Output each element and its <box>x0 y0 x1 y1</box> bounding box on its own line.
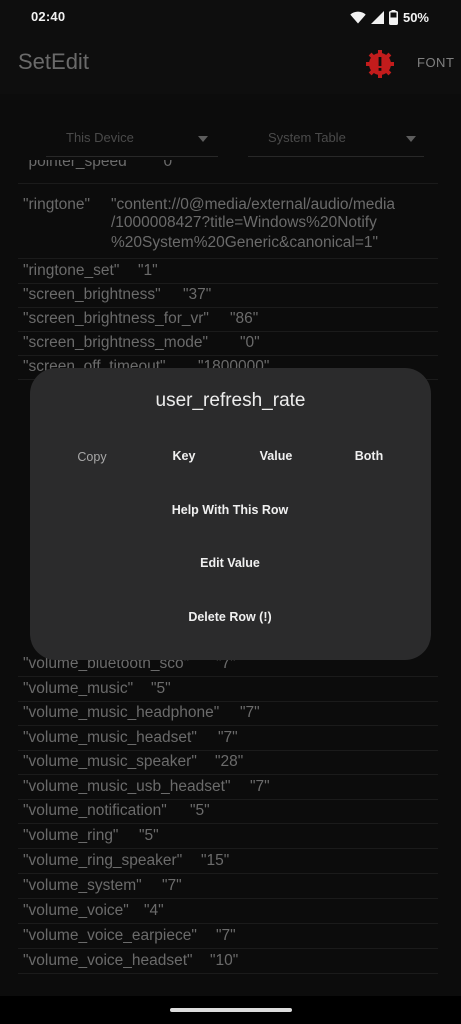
navigation-bar <box>0 996 461 1024</box>
cell-signal-icon <box>370 10 384 24</box>
help-row-button[interactable]: Help With This Row <box>172 503 289 517</box>
row-options-dialog: user_refresh_rate Copy Key Value Both He… <box>30 368 431 660</box>
app-bar: SetEdit FONT <box>0 34 461 94</box>
battery-icon <box>388 9 398 25</box>
edit-value-button[interactable]: Edit Value <box>200 556 260 570</box>
home-gesture-handle[interactable] <box>170 1008 292 1012</box>
wifi-icon <box>350 11 366 24</box>
copy-value-button[interactable]: Value <box>260 449 293 463</box>
status-icons: 50% <box>350 9 429 25</box>
status-bar: 02:40 50% <box>0 0 461 34</box>
app-title: SetEdit <box>18 49 89 74</box>
dialog-title: user_refresh_rate <box>155 390 306 411</box>
delete-row-button[interactable]: Delete Row (!) <box>188 610 271 624</box>
copy-key-button[interactable]: Key <box>173 449 196 463</box>
copy-both-button[interactable]: Both <box>355 449 383 463</box>
status-time: 02:40 <box>31 9 66 24</box>
alert-gear-icon[interactable] <box>364 48 396 80</box>
battery-percent: 50% <box>402 9 429 25</box>
font-button[interactable]: FONT <box>417 55 454 70</box>
copy-label: Copy <box>77 450 107 464</box>
